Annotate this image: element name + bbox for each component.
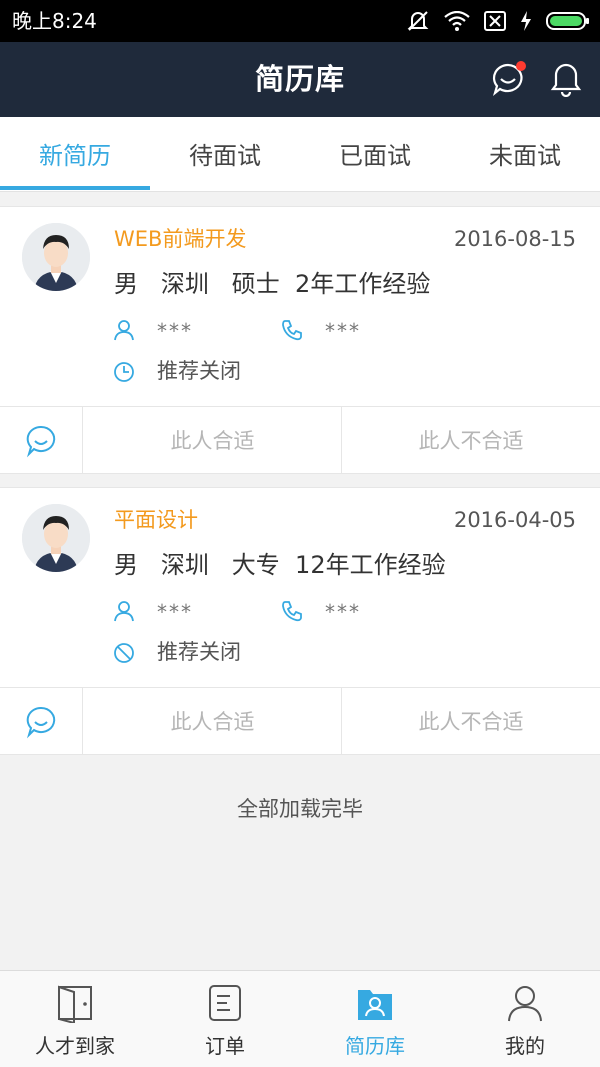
app-header: 简历库: [0, 42, 600, 117]
tab-interviewed[interactable]: 已面试: [300, 117, 450, 191]
resume-folder-icon: [358, 990, 392, 1020]
job-title: 平面设计: [114, 508, 198, 532]
tab-not-interviewed[interactable]: 未面试: [450, 117, 600, 191]
avatar: [22, 223, 90, 291]
mute-icon: [406, 10, 430, 32]
door-icon: [58, 985, 92, 1023]
mark-suitable-button[interactable]: 此人合适: [84, 407, 342, 473]
tab-pending-interview[interactable]: 待面试: [150, 117, 300, 191]
chat-button[interactable]: [0, 688, 83, 754]
mark-suitable-button[interactable]: 此人合适: [84, 688, 342, 754]
nav-label: 订单: [205, 1034, 245, 1058]
phone-masked: ***: [325, 319, 361, 343]
phone-masked: ***: [325, 600, 361, 624]
education: 硕士: [231, 270, 280, 298]
chat-button[interactable]: [0, 407, 83, 473]
job-title: WEB前端开发: [114, 227, 247, 251]
ban-icon: [114, 643, 134, 663]
chat-bubble-icon: [26, 425, 56, 458]
city: 深圳: [160, 270, 209, 298]
resume-date: 2016-08-15: [453, 227, 576, 251]
clock-icon: [114, 362, 134, 382]
gender: 男: [114, 551, 138, 579]
chat-bubble-icon: [26, 706, 56, 739]
tab-new-resumes[interactable]: 新简历: [0, 117, 150, 191]
recommendation-status: 推荐关闭: [157, 640, 241, 664]
phone-icon: [282, 320, 302, 341]
candidate-info: 男 深圳 大专 12年工作经验: [114, 548, 446, 582]
nav-item-resume-library[interactable]: 简历库: [300, 971, 450, 1067]
resume-card[interactable]: 平面设计 2016-04-05 男 深圳 大专 12年工作经验 *** *** …: [0, 487, 600, 755]
candidate-info: 男 深圳 硕士 2年工作经验: [114, 267, 430, 301]
candidate-name-masked: ***: [157, 600, 193, 624]
chat-icon[interactable]: [490, 61, 526, 97]
notification-dot: [516, 61, 526, 71]
person-icon: [114, 320, 134, 341]
experience: 12年工作经验: [295, 551, 446, 579]
resume-date: 2016-04-05: [453, 508, 576, 532]
nav-item-mine[interactable]: 我的: [450, 971, 600, 1067]
status-time: 晚上8:24: [12, 9, 97, 33]
mark-unsuitable-button[interactable]: 此人不合适: [342, 688, 600, 754]
nav-item-talent[interactable]: 人才到家: [0, 971, 150, 1067]
wifi-icon: [444, 11, 470, 31]
resume-tabs: 新简历 待面试 已面试 未面试: [0, 117, 600, 192]
nav-item-orders[interactable]: 订单: [150, 971, 300, 1067]
nav-label: 简历库: [345, 1034, 405, 1058]
resume-card[interactable]: WEB前端开发 2016-08-15 男 深圳 硕士 2年工作经验 *** **…: [0, 206, 600, 474]
education: 大专: [231, 551, 280, 579]
status-icons: [406, 9, 590, 33]
user-icon: [508, 986, 542, 1022]
card-actions: 此人合适 此人不合适: [0, 406, 600, 473]
bottom-nav: 人才到家 订单 简历库 我的: [0, 970, 600, 1067]
candidate-name-masked: ***: [157, 319, 193, 343]
city: 深圳: [160, 551, 209, 579]
nav-label: 人才到家: [35, 1034, 115, 1058]
battery-icon: [546, 11, 590, 31]
status-bar: 晚上8:24: [0, 0, 600, 42]
mark-unsuitable-button[interactable]: 此人不合适: [342, 407, 600, 473]
nav-label: 我的: [505, 1034, 545, 1058]
active-tab-indicator: [0, 186, 150, 190]
avatar: [22, 504, 90, 572]
bell-icon[interactable]: [548, 61, 584, 98]
experience: 2年工作经验: [295, 270, 431, 298]
recommendation-status: 推荐关闭: [157, 359, 241, 383]
person-icon: [114, 601, 134, 622]
list-end-message: 全部加载完毕: [237, 797, 363, 821]
no-sim-icon: [484, 11, 506, 31]
phone-icon: [282, 601, 302, 622]
card-actions: 此人合适 此人不合适: [0, 687, 600, 754]
gender: 男: [114, 270, 138, 298]
document-icon: [209, 985, 241, 1021]
charging-icon: [520, 11, 532, 31]
